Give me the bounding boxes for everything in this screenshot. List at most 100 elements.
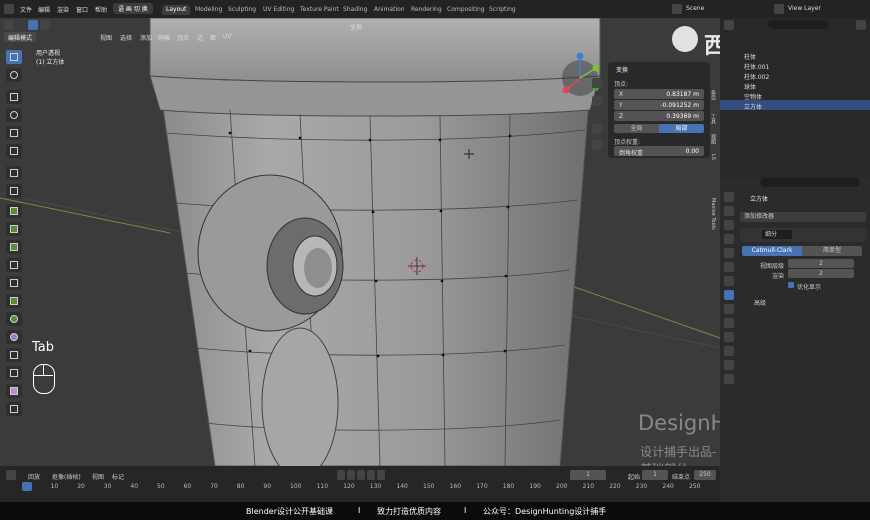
tool-cursor[interactable] [6, 68, 22, 82]
view-layer-icon[interactable] [774, 4, 784, 14]
tool-select-box[interactable] [6, 50, 22, 64]
tab-tool[interactable]: 工具 [710, 114, 717, 124]
menu-window[interactable]: 窗口 [76, 5, 88, 14]
tab-render[interactable] [724, 206, 734, 216]
ortho-toggle-icon[interactable] [592, 140, 602, 150]
menu-vertex[interactable]: 顶点 [177, 33, 189, 42]
outliner-editor-icon[interactable] [724, 20, 734, 30]
tool-rip[interactable] [6, 402, 22, 416]
modifier-name-field[interactable]: 细分 [762, 230, 792, 239]
tool-loop-cut[interactable] [6, 258, 22, 272]
tool-scale[interactable] [6, 126, 22, 140]
tool-extrude[interactable] [6, 204, 22, 218]
tool-shrink-fatten[interactable] [6, 366, 22, 380]
tab-data[interactable] [724, 346, 734, 356]
outliner-row-selected[interactable]: 立方体 [720, 100, 870, 111]
tool-spin[interactable] [6, 312, 22, 326]
outliner-row[interactable]: 柱体.001 [720, 60, 870, 71]
blender-logo-icon[interactable] [4, 4, 14, 14]
tab-tool-props[interactable] [724, 192, 734, 202]
tool-poly-build[interactable] [6, 294, 22, 308]
tab-layout[interactable]: Layout [162, 5, 191, 15]
tab-view-layer[interactable] [724, 234, 734, 244]
mode-select[interactable]: 编辑模式 [4, 32, 37, 42]
outliner-row[interactable]: 球体 [720, 80, 870, 91]
tool-knife[interactable] [6, 276, 22, 290]
tab-uv-editing[interactable]: UV Editing [259, 5, 298, 15]
menu-select[interactable]: 选择 [120, 33, 132, 42]
zoom-icon[interactable] [592, 78, 602, 88]
tab-item[interactable]: 条目 [710, 90, 717, 100]
tab-view[interactable]: 视图 [710, 134, 717, 144]
tab-animation[interactable]: Animation [370, 5, 409, 15]
playhead[interactable] [22, 482, 32, 491]
tool-measure[interactable] [6, 184, 22, 198]
tool-shear[interactable] [6, 384, 22, 398]
tab-world[interactable] [724, 262, 734, 272]
tab-scene[interactable] [724, 248, 734, 258]
menu-face[interactable]: 面 [210, 33, 216, 42]
tool-annotate[interactable] [6, 166, 22, 180]
menu-render[interactable]: 渲染 [57, 5, 69, 14]
pan-icon[interactable] [592, 96, 602, 106]
tab-constraints[interactable] [724, 332, 734, 342]
language-switch-button[interactable]: 语 画 切 换 [113, 3, 153, 14]
advanced-section[interactable]: 高级 [754, 298, 766, 307]
menu-file[interactable]: 文件 [20, 5, 32, 14]
tab-texture[interactable] [724, 374, 734, 384]
tab-texture-paint[interactable]: Texture Paint [296, 5, 343, 15]
menu-add[interactable]: 添加 [140, 33, 152, 42]
tab-output[interactable] [724, 220, 734, 230]
crease-field[interactable]: 倒角权重 0.00 [614, 146, 704, 157]
orientation-select[interactable]: 全局 [350, 22, 362, 31]
tab-sculpting[interactable]: Sculpting [224, 5, 260, 15]
tab-physics[interactable] [724, 318, 734, 328]
camera-view-icon[interactable] [592, 124, 602, 134]
3d-viewport[interactable]: 全局 编辑模式 视图 选择 添加 网格 顶点 边 面 UV 用户透视 (1) 立… [0, 18, 720, 466]
menu-help[interactable]: 帮助 [95, 5, 107, 14]
vertex-y-field[interactable]: Y -0.091252 m [614, 100, 704, 110]
view-layer-name[interactable]: View Layer [788, 5, 821, 12]
select-mode-icon[interactable] [40, 20, 50, 30]
tab-particles[interactable] [724, 304, 734, 314]
outliner-row[interactable]: 空物体 [720, 90, 870, 101]
menu-uv[interactable]: UV [223, 33, 232, 40]
editor-type-icon[interactable] [4, 20, 14, 30]
scene-icon[interactable] [672, 4, 682, 14]
menu-view[interactable]: 视图 [100, 33, 112, 42]
optimal-display-checkbox[interactable] [788, 282, 794, 288]
vertex-z-field[interactable]: Z 0.39369 m [614, 111, 704, 121]
tool-transform[interactable] [6, 144, 22, 158]
local-button[interactable]: 局部 [659, 124, 704, 133]
tab-ls[interactable]: LS [710, 154, 716, 160]
tool-move[interactable] [6, 90, 22, 104]
add-modifier-button[interactable]: 添加修改器 [740, 212, 866, 222]
tab-maxive-tools[interactable]: Maxive Tools [710, 198, 716, 230]
menu-mesh[interactable]: 网格 [158, 33, 170, 42]
simple-button[interactable]: 简单型 [802, 246, 862, 256]
menu-edit[interactable]: 编辑 [38, 5, 50, 14]
timeline[interactable]: 回放 抠像(插帧) 视图 标记 1 起始 1 结束点 250 010203040… [0, 466, 720, 502]
outliner-row[interactable]: 柱体.002 [720, 70, 870, 81]
transform-header[interactable]: 变换 [616, 65, 628, 74]
tab-compositing[interactable]: Compositing [443, 5, 489, 15]
frame-ruler[interactable]: 0102030405060708090100110120130140150160… [0, 466, 720, 502]
render-levels-field[interactable]: 2 [788, 269, 854, 278]
tab-material[interactable] [724, 360, 734, 370]
properties-search-input[interactable] [760, 178, 860, 187]
tab-modeling[interactable]: Modeling [191, 5, 226, 15]
global-button[interactable]: 全局 [614, 124, 659, 133]
viewport-levels-field[interactable]: 2 [788, 259, 854, 268]
tab-object[interactable] [724, 276, 734, 286]
catmull-clark-button[interactable]: Catmull-Clark [742, 246, 802, 256]
outliner-search-input[interactable] [768, 20, 828, 29]
tab-modifiers[interactable] [724, 290, 734, 300]
outliner-row[interactable]: 柱体 [720, 50, 870, 61]
visibility-eye-icons[interactable] [860, 52, 866, 108]
select-tool-icon[interactable] [28, 20, 38, 30]
menu-edge[interactable]: 边 [197, 33, 203, 42]
tab-shading[interactable]: Shading [339, 5, 371, 15]
tool-inset[interactable] [6, 222, 22, 236]
tool-smooth[interactable] [6, 330, 22, 344]
tool-bevel[interactable] [6, 240, 22, 254]
